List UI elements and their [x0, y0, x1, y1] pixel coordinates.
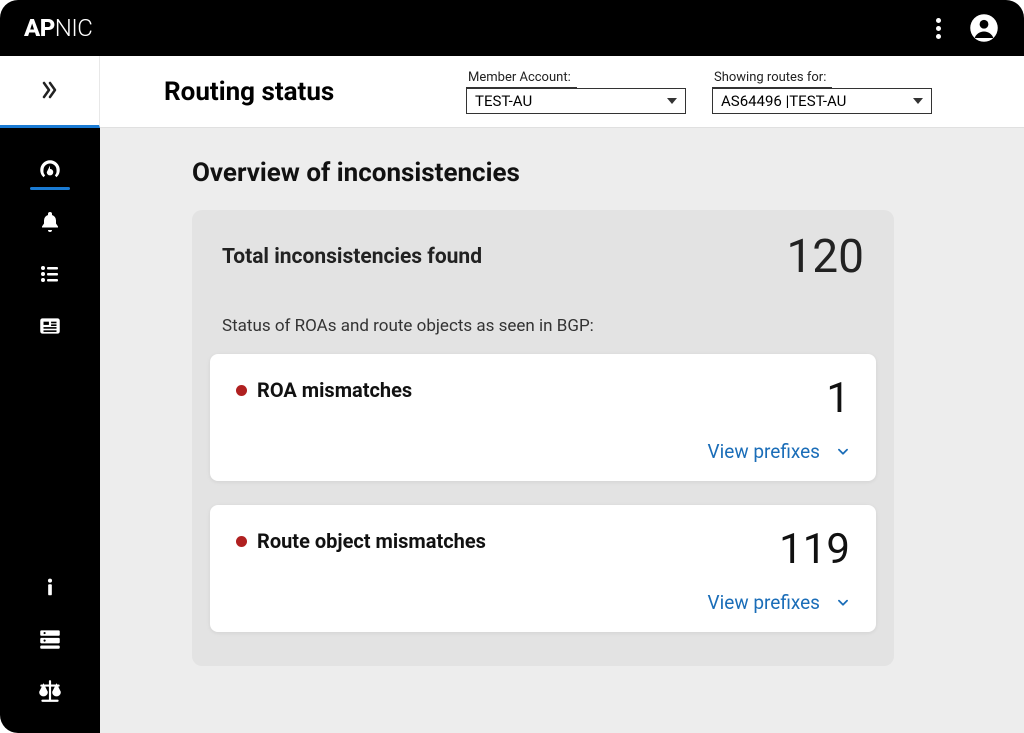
total-count: 120	[786, 230, 864, 284]
chevron-down-icon[interactable]	[836, 445, 850, 459]
nav-list[interactable]	[0, 248, 100, 300]
nav-legal[interactable]	[0, 665, 100, 717]
nav-servers[interactable]	[0, 613, 100, 665]
roa-view-prefixes-link[interactable]: View prefixes	[708, 440, 820, 463]
chevron-down-icon[interactable]	[836, 596, 850, 610]
page-title: Routing status	[164, 77, 334, 107]
topbar: APNIC	[0, 0, 1024, 56]
logo-nic: NIC	[55, 14, 93, 42]
member-account-group: Member Account: TEST-AU	[466, 70, 686, 114]
total-label: Total inconsistencies found	[222, 245, 482, 269]
roa-card-title: ROA mismatches	[257, 378, 412, 402]
topbar-right	[926, 12, 1000, 44]
member-account-label: Member Account:	[466, 70, 577, 88]
sidebar	[0, 128, 100, 733]
member-account-value: TEST-AU	[475, 92, 532, 110]
status-dot-icon	[236, 536, 247, 547]
account-icon[interactable]	[968, 12, 1000, 44]
logo: APNIC	[24, 14, 92, 42]
kebab-menu-icon[interactable]	[926, 16, 950, 40]
dropdown-container: Member Account: TEST-AU Showing routes f…	[466, 70, 932, 114]
routes-for-group: Showing routes for: AS64496 |TEST-AU	[712, 70, 932, 114]
nav-news[interactable]	[0, 300, 100, 352]
expand-sidebar-button[interactable]	[0, 56, 100, 128]
routes-for-label: Showing routes for:	[712, 70, 832, 88]
caret-down-icon	[913, 98, 923, 104]
nav-alerts[interactable]	[0, 196, 100, 248]
status-dot-icon	[236, 385, 247, 396]
roa-mismatches-card: ROA mismatches 1 View prefixes	[210, 354, 876, 481]
route-card-count: 119	[779, 529, 850, 571]
route-object-mismatches-card: Route object mismatches 119 View prefixe…	[210, 505, 876, 632]
routes-for-value: AS64496 |TEST-AU	[721, 92, 846, 110]
content: Overview of inconsistencies Total incons…	[100, 128, 1024, 733]
subheader: Routing status Member Account: TEST-AU S…	[0, 56, 1024, 128]
caret-down-icon	[667, 98, 677, 104]
logo-ap: AP	[24, 14, 55, 42]
routes-for-dropdown[interactable]: AS64496 |TEST-AU	[712, 88, 932, 114]
roa-card-count: 1	[826, 378, 850, 420]
inconsistencies-panel: Total inconsistencies found 120 Status o…	[192, 210, 894, 666]
nav-info[interactable]	[0, 561, 100, 613]
route-card-title: Route object mismatches	[257, 529, 486, 553]
overview-title: Overview of inconsistencies	[192, 158, 894, 188]
member-account-dropdown[interactable]: TEST-AU	[466, 88, 686, 114]
route-view-prefixes-link[interactable]: View prefixes	[708, 591, 820, 614]
status-text: Status of ROAs and route objects as seen…	[192, 304, 894, 354]
nav-dashboard[interactable]	[0, 144, 100, 196]
body-row: Overview of inconsistencies Total incons…	[0, 128, 1024, 733]
panel-header: Total inconsistencies found 120	[192, 210, 894, 304]
